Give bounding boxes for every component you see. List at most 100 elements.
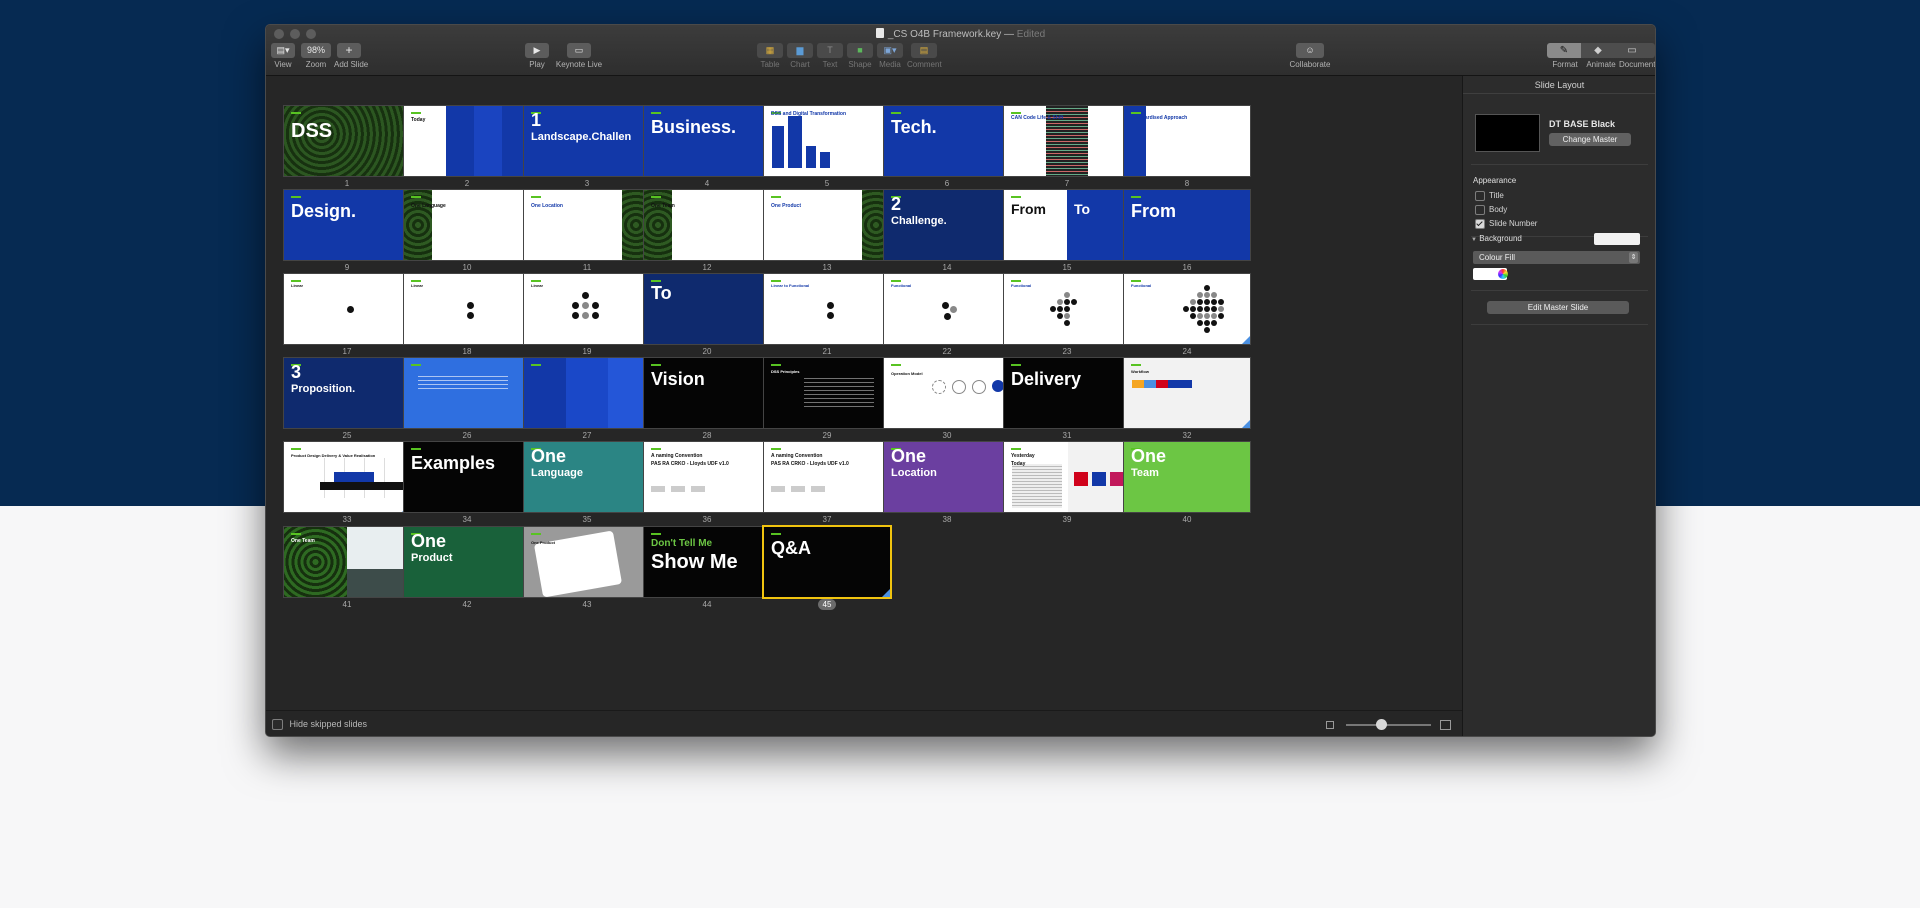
slide-thumbnail[interactable]: From 16 <box>1123 189 1251 275</box>
slide-number-option[interactable]: Slide Number <box>1475 219 1537 229</box>
slide-thumbnail[interactable]: 1 Landscape.Challen 3 <box>523 105 651 191</box>
slide-preview[interactable]: Linear <box>523 273 651 345</box>
slide-preview[interactable]: 3 Proposition. <box>283 357 411 429</box>
slide-preview[interactable]: From <box>1123 189 1251 261</box>
slide-preview[interactable]: Functional <box>1123 273 1251 345</box>
shape-tool[interactable]: ■ Shape <box>847 43 873 69</box>
slide-thumbnail[interactable]: Linear 17 <box>283 273 411 359</box>
slide-preview[interactable]: From To <box>1003 189 1131 261</box>
slide-preview[interactable]: One Team <box>283 526 411 598</box>
format-tab[interactable]: ✎ <box>1547 43 1581 58</box>
slide-preview[interactable]: Linear <box>403 273 531 345</box>
slide-preview[interactable] <box>523 357 651 429</box>
view-tool[interactable]: ▤▾ View <box>271 43 295 69</box>
slide-thumbnail[interactable]: Workflow 32 <box>1123 357 1251 443</box>
slide-thumbnail[interactable]: Functional 23 <box>1003 273 1131 359</box>
slide-thumbnail[interactable]: Functional 24 <box>1123 273 1251 359</box>
slide-thumbnail[interactable]: One Product 42 <box>403 526 531 612</box>
slide-thumbnail[interactable]: Product Design Delivery & Value Realisat… <box>283 441 411 527</box>
zoom-tool[interactable]: 98% Zoom <box>301 43 331 69</box>
slide-thumbnail[interactable]: 2 Challenge. 14 <box>883 189 1011 275</box>
fill-type-select[interactable]: Colour Fill ⇕ <box>1473 251 1640 264</box>
slide-preview[interactable]: DSS <box>283 105 411 177</box>
slide-preview[interactable]: Vision <box>643 357 771 429</box>
slide-preview[interactable]: One Product <box>403 526 531 598</box>
title-checkbox[interactable] <box>1475 191 1485 201</box>
slide-thumbnail[interactable]: Delivery 31 <box>1003 357 1131 443</box>
slide-thumbnail[interactable]: Business. 4 <box>643 105 771 191</box>
slide-thumbnail[interactable]: One Product 43 <box>523 526 651 612</box>
title-option[interactable]: Title <box>1475 191 1504 201</box>
slide-thumbnail[interactable]: CAN Code Life & Shift 7 <box>1003 105 1131 191</box>
slide-thumbnail[interactable]: Functional 22 <box>883 273 1011 359</box>
comment-tool[interactable]: ▤ Comment <box>907 43 942 69</box>
slide-thumbnail[interactable]: One Location 11 <box>523 189 651 275</box>
slide-preview[interactable]: Business. <box>643 105 771 177</box>
slide-thumbnail[interactable]: 3 Proposition. 25 <box>283 357 411 443</box>
slide-thumbnail[interactable]: Q&A 45 <box>762 525 892 612</box>
hide-skipped-option[interactable]: Hide skipped slides <box>272 719 367 731</box>
slide-thumbnail[interactable]: Design. 9 <box>283 189 411 275</box>
slide-preview[interactable]: Operation Model <box>883 357 1011 429</box>
slide-preview[interactable]: One Language <box>523 441 651 513</box>
slide-preview[interactable]: Design. <box>283 189 411 261</box>
slide-preview[interactable]: One Location <box>883 441 1011 513</box>
slide-thumbnail[interactable]: Examples 34 <box>403 441 531 527</box>
slide-thumbnail[interactable]: Today 2 <box>403 105 531 191</box>
slide-preview[interactable]: Functional <box>883 273 1011 345</box>
slide-preview[interactable]: One Team <box>1123 441 1251 513</box>
slide-thumbnail[interactable]: To 20 <box>643 273 771 359</box>
slide-preview[interactable]: One Language <box>403 189 531 261</box>
keynote-live-tool[interactable]: ▭ Keynote Live <box>555 43 603 69</box>
slide-preview[interactable]: A naming Convention PAS RA CRKO - Lloyds … <box>763 441 891 513</box>
slide-preview[interactable]: Don't Tell Me Show Me <box>643 526 771 598</box>
slide-preview[interactable]: Yesterday Today <box>1003 441 1131 513</box>
slide-preview[interactable]: Workflow <box>1123 357 1251 429</box>
background-swatch[interactable] <box>1594 233 1640 245</box>
play-tool[interactable]: ▶ Play <box>525 43 549 69</box>
slide-thumbnail[interactable]: A naming Convention PAS RA CRKO - Lloyds … <box>763 441 891 527</box>
table-tool[interactable]: ▦ Table <box>757 43 783 69</box>
slide-preview[interactable]: DSS and Digital Transformation <box>763 105 891 177</box>
body-checkbox[interactable] <box>1475 205 1485 215</box>
slide-thumbnail[interactable]: Don't Tell Me Show Me 44 <box>643 526 771 612</box>
hide-skipped-checkbox[interactable] <box>272 719 283 731</box>
slide-thumbnail[interactable]: Linear 18 <box>403 273 531 359</box>
slide-preview[interactable]: Standardised Approach <box>1123 105 1251 177</box>
slide-preview[interactable]: Tech. <box>883 105 1011 177</box>
slide-preview[interactable]: Functional <box>1003 273 1131 345</box>
change-master-button[interactable]: Change Master <box>1549 133 1631 146</box>
slide-preview[interactable]: One Product <box>523 526 651 598</box>
slide-thumbnail[interactable]: 26 <box>403 357 531 443</box>
color-wheel-icon[interactable] <box>1498 269 1508 279</box>
slide-preview[interactable]: 2 Challenge. <box>883 189 1011 261</box>
edit-master-slide-button[interactable]: Edit Master Slide <box>1487 301 1629 314</box>
slider-knob[interactable] <box>1376 719 1387 730</box>
slide-preview[interactable]: Delivery <box>1003 357 1131 429</box>
slide-preview[interactable]: Product Design Delivery & Value Realisat… <box>283 441 411 513</box>
color-well[interactable] <box>1473 268 1508 280</box>
slide-number-checkbox[interactable] <box>1475 219 1485 229</box>
slide-thumbnail[interactable]: Linear to Functional 21 <box>763 273 891 359</box>
slide-preview[interactable]: One Product <box>763 189 891 261</box>
collaborate-tool[interactable]: ☺ Collaborate <box>1288 43 1332 69</box>
slide-thumbnail[interactable]: Linear 19 <box>523 273 651 359</box>
background-section[interactable]: ▼ Background <box>1471 234 1522 243</box>
slide-preview[interactable]: One Team <box>643 189 771 261</box>
slide-preview[interactable]: To <box>643 273 771 345</box>
slide-thumbnail[interactable]: One Language 10 <box>403 189 531 275</box>
slide-preview[interactable]: 1 Landscape.Challen <box>523 105 651 177</box>
slide-preview[interactable]: DSS Principles <box>763 357 891 429</box>
slide-thumbnail[interactable]: One Team 40 <box>1123 441 1251 527</box>
slide-thumbnail[interactable]: One Team 12 <box>643 189 771 275</box>
slide-preview[interactable]: A naming Convention PAS RA CRKO - Lloyds … <box>643 441 771 513</box>
body-option[interactable]: Body <box>1475 205 1507 215</box>
slide-thumbnail[interactable]: A naming Convention PAS RA CRKO - Lloyds … <box>643 441 771 527</box>
media-tool[interactable]: ▣▾ Media <box>877 43 903 69</box>
slide-thumbnail[interactable]: One Location 38 <box>883 441 1011 527</box>
chart-tool[interactable]: ▆ Chart <box>787 43 813 69</box>
slide-thumbnail[interactable]: DSS 1 <box>283 105 411 191</box>
slide-preview[interactable]: Q&A <box>762 525 892 599</box>
document-tab[interactable]: ▭ <box>1615 43 1649 58</box>
slide-thumbnail[interactable]: DSS and Digital Transformation 5 <box>763 105 891 191</box>
